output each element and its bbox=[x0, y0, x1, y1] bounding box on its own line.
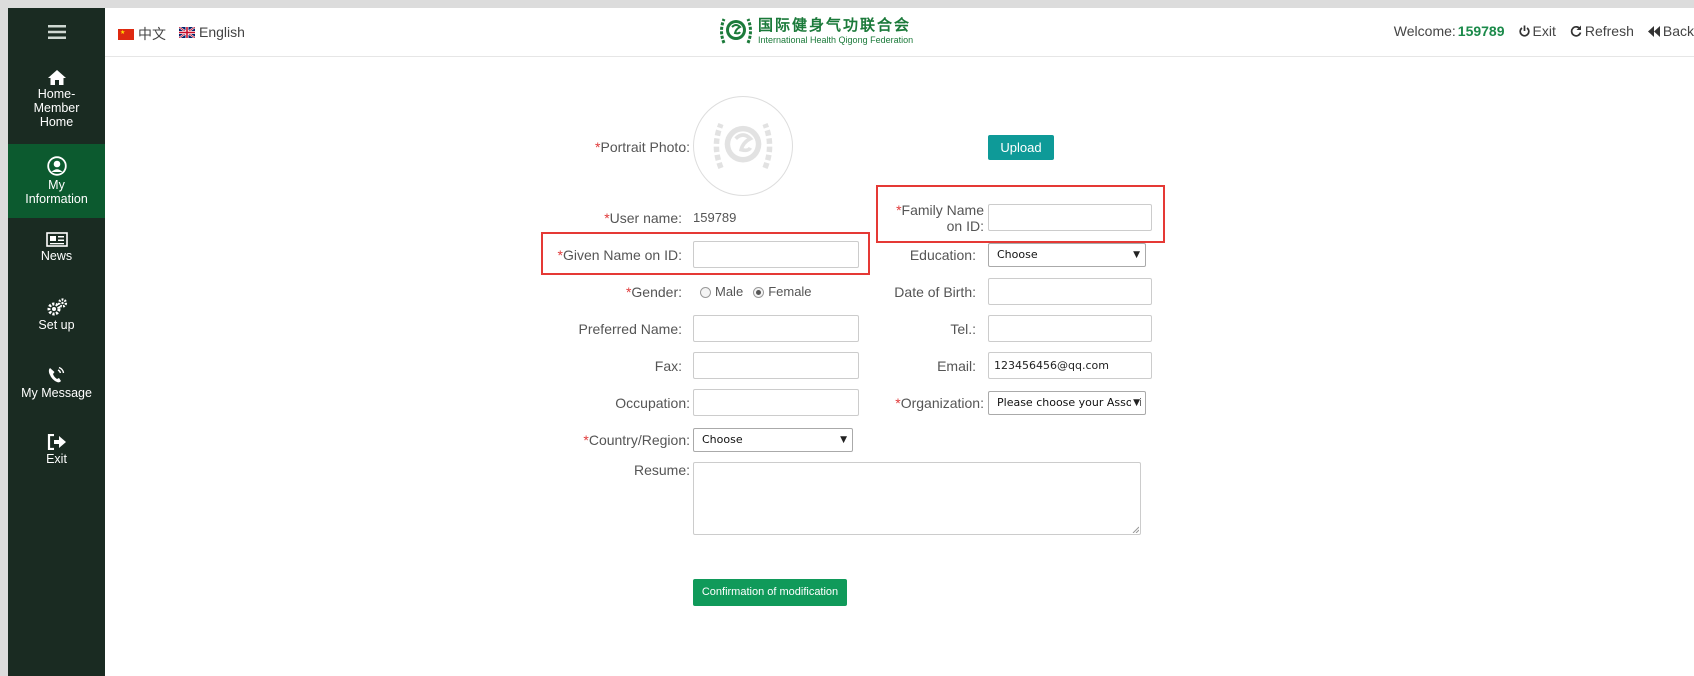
exit-label: Exit bbox=[1532, 23, 1556, 39]
preferred-name-input[interactable] bbox=[693, 315, 859, 342]
gears-icon bbox=[47, 298, 67, 316]
exit-link[interactable]: Exit bbox=[1518, 23, 1556, 39]
lang-english-label: English bbox=[199, 24, 245, 40]
family-name-label: *Family Name on ID: bbox=[896, 202, 984, 234]
preferred-name-label: Preferred Name: bbox=[578, 321, 682, 337]
gender-male-radio[interactable] bbox=[700, 287, 711, 299]
hamburger-icon bbox=[47, 25, 66, 39]
given-name-label: *Given Name on ID: bbox=[557, 247, 682, 263]
sidebar-item-my-information[interactable]: My Information bbox=[8, 144, 105, 218]
default-portrait-emblem-icon bbox=[713, 122, 773, 170]
logo-chinese-text: 国际健身气功联合会 bbox=[758, 17, 912, 34]
welcome-user-id: 159789 bbox=[1457, 23, 1505, 39]
gender-male-option[interactable]: Male bbox=[700, 284, 743, 299]
resume-label: Resume: bbox=[633, 462, 690, 478]
sidebar-item-set-up[interactable]: Set up bbox=[8, 298, 105, 348]
dropdown-arrow-icon: ▼ bbox=[1131, 392, 1140, 414]
china-flag-icon: ★ bbox=[118, 28, 134, 40]
refresh-label: Refresh bbox=[1584, 23, 1634, 39]
portrait-photo bbox=[693, 96, 793, 196]
home-icon bbox=[47, 70, 66, 85]
sidebar-item-home-label: Home- Member Home bbox=[33, 87, 80, 129]
organization-label: *Organization: bbox=[895, 395, 984, 411]
back-label: Back bbox=[1662, 23, 1694, 39]
sidebar-item-exit-label: Exit bbox=[46, 452, 67, 466]
resize-handle-icon[interactable] bbox=[1132, 526, 1139, 533]
sidebar: Home- Member Home My Information News Se… bbox=[8, 8, 105, 676]
date-of-birth-label: Date of Birth: bbox=[894, 284, 976, 300]
power-icon bbox=[1518, 25, 1530, 37]
app-frame: Home- Member Home My Information News Se… bbox=[8, 8, 1694, 676]
user-circle-icon bbox=[46, 156, 67, 176]
gender-female-radio[interactable] bbox=[753, 287, 765, 299]
sidebar-item-set-up-label: Set up bbox=[38, 318, 75, 332]
logo-english-text: International Health Qigong Federation bbox=[758, 35, 914, 45]
menu-toggle-button[interactable] bbox=[8, 8, 105, 56]
tel-input[interactable] bbox=[988, 315, 1152, 342]
refresh-link[interactable]: Refresh bbox=[1570, 23, 1634, 39]
occupation-label: Occupation: bbox=[615, 395, 690, 411]
phone-volume-icon bbox=[48, 366, 64, 383]
upload-button[interactable]: Upload bbox=[988, 135, 1054, 160]
uk-flag-icon bbox=[179, 26, 195, 38]
sidebar-item-exit[interactable]: Exit bbox=[8, 434, 105, 484]
dropdown-arrow-icon: ▼ bbox=[1133, 250, 1140, 260]
organization-select[interactable]: Please choose your Associ ▼ bbox=[988, 391, 1146, 415]
top-right-controls: Welcome: 159789 Exit Refresh Back bbox=[1394, 23, 1694, 39]
country-region-label: *Country/Region: bbox=[583, 432, 690, 448]
username-label: *User name: bbox=[604, 210, 682, 226]
sidebar-item-home[interactable]: Home- Member Home bbox=[8, 70, 105, 144]
newspaper-icon bbox=[45, 232, 68, 247]
lang-english-link[interactable]: English bbox=[179, 24, 245, 40]
top-bar: ★ 中文 English 国际健身气功联合会 International Hea… bbox=[105, 8, 1694, 57]
sidebar-item-news[interactable]: News bbox=[8, 232, 105, 282]
sidebar-item-my-message[interactable]: My Message bbox=[8, 366, 105, 416]
resume-textarea[interactable] bbox=[693, 462, 1141, 535]
lang-chinese-link[interactable]: ★ 中文 bbox=[118, 24, 166, 44]
given-name-input[interactable] bbox=[693, 241, 859, 268]
email-input[interactable]: 123456456@qq.com bbox=[988, 352, 1152, 379]
sign-out-icon bbox=[47, 434, 66, 450]
refresh-icon bbox=[1570, 25, 1582, 37]
lang-chinese-label: 中文 bbox=[138, 26, 166, 42]
portrait-photo-label: *Portrait Photo: bbox=[595, 139, 690, 155]
education-label: Education: bbox=[909, 247, 976, 263]
email-label: Email: bbox=[937, 358, 976, 374]
federation-emblem-icon bbox=[720, 18, 752, 44]
date-of-birth-input[interactable] bbox=[988, 278, 1152, 305]
fax-input[interactable] bbox=[693, 352, 859, 379]
occupation-input[interactable] bbox=[693, 389, 859, 416]
fax-label: Fax: bbox=[654, 358, 682, 374]
backward-icon bbox=[1647, 25, 1660, 37]
gender-female-option[interactable]: Female bbox=[753, 284, 812, 299]
username-value: 159789 bbox=[693, 210, 737, 225]
welcome-label: Welcome: bbox=[1393, 23, 1456, 39]
back-link[interactable]: Back bbox=[1647, 23, 1694, 39]
tel-label: Tel.: bbox=[950, 321, 976, 337]
dropdown-arrow-icon: ▼ bbox=[840, 435, 847, 445]
family-name-input[interactable] bbox=[988, 204, 1152, 231]
gender-label: *Gender: bbox=[625, 284, 682, 300]
federation-logo: 国际健身气功联合会 International Health Qigong Fe… bbox=[718, 15, 913, 47]
sidebar-item-news-label: News bbox=[40, 249, 73, 263]
country-region-select[interactable]: Choose ▼ bbox=[693, 428, 853, 452]
sidebar-item-my-message-label: My Message bbox=[21, 386, 92, 400]
gender-radio-group: Male Female bbox=[700, 284, 812, 299]
education-select[interactable]: Choose ▼ bbox=[988, 243, 1146, 267]
confirm-modification-button[interactable]: Confirmation of modification bbox=[693, 579, 847, 606]
sidebar-item-my-information-label: My Information bbox=[25, 178, 88, 206]
